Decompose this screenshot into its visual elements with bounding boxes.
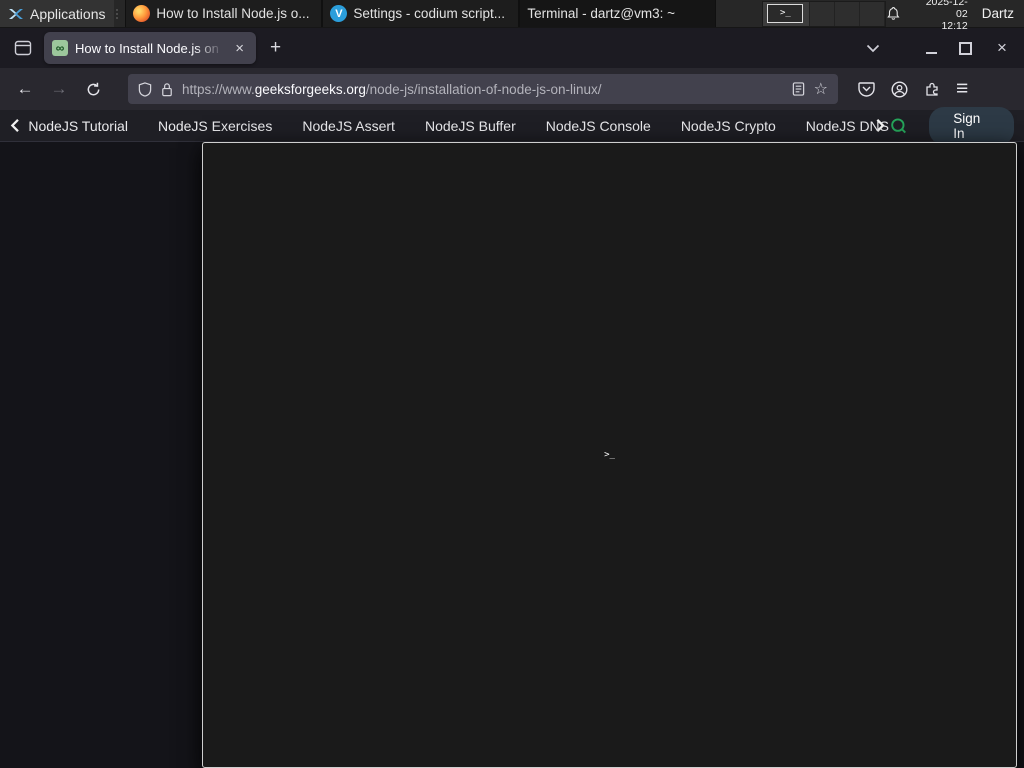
- gfg-nav-item-nodejs-exercises[interactable]: NodeJS Exercises: [158, 118, 272, 134]
- gfg-nav-item-nodejs-console[interactable]: NodeJS Console: [546, 118, 651, 134]
- workspace-3[interactable]: [835, 1, 861, 26]
- clock-date: 2025-12-02: [925, 0, 968, 20]
- panel-separator: [114, 5, 122, 23]
- tab-close-icon[interactable]: ×: [231, 40, 248, 57]
- clock-time: 12:12: [941, 19, 968, 32]
- top-panel: Applications How to Install Node.js o...…: [0, 0, 1024, 768]
- firefox-view-button[interactable]: [8, 35, 38, 61]
- url-bar[interactable]: https://www.geeksforgeeks.org/node-js/in…: [128, 74, 838, 104]
- extensions-icon[interactable]: [924, 81, 940, 97]
- tab-title: How to Install Node.js on: [75, 40, 219, 56]
- reload-button[interactable]: [78, 75, 108, 103]
- tracking-shield-icon[interactable]: [138, 81, 152, 97]
- taskbar-button-codium[interactable]: V Settings - codium script...: [322, 0, 520, 27]
- bookmark-star-icon[interactable]: ☆: [814, 79, 828, 99]
- url-domain: geeksforgeeks.org: [254, 81, 366, 97]
- scroll-right-icon[interactable]: [875, 118, 886, 133]
- toolbar-icons: ≡: [858, 78, 968, 99]
- pocket-icon[interactable]: [858, 81, 875, 97]
- distro-logo-icon: [9, 8, 23, 19]
- chevron-down-icon: [866, 44, 880, 52]
- workspace-2[interactable]: [810, 1, 836, 26]
- forward-button[interactable]: →: [44, 75, 74, 103]
- session-user-label: Dartz: [981, 6, 1014, 21]
- gfg-nav-item-nodejs-buffer[interactable]: NodeJS Buffer: [425, 118, 516, 134]
- minimize-button[interactable]: [926, 43, 937, 54]
- maximize-button[interactable]: [959, 41, 972, 55]
- close-button[interactable]: ×: [994, 38, 1010, 57]
- codium-icon: V: [330, 5, 348, 22]
- panel-clock[interactable]: 2025-12-02 12:12: [915, 0, 968, 32]
- tab-bar: ∞ How to Install Node.js on × + ×: [0, 28, 1024, 68]
- applications-menu-button[interactable]: Applications: [0, 0, 114, 27]
- notification-bell-icon[interactable]: [886, 6, 901, 21]
- menu-icon[interactable]: ≡: [956, 78, 968, 99]
- gfg-nav-item-nodejs-tutorial[interactable]: NodeJS Tutorial: [28, 118, 128, 134]
- scroll-left-icon[interactable]: [10, 118, 20, 133]
- taskbar-button-firefox[interactable]: How to Install Node.js o...: [125, 0, 323, 27]
- gfg-nav-right: Sign In: [890, 106, 1014, 145]
- workspace-pager[interactable]: >_: [762, 0, 887, 27]
- back-button[interactable]: ←: [10, 75, 40, 103]
- list-all-tabs-button[interactable]: [866, 44, 880, 53]
- applications-label: Applications: [30, 5, 106, 22]
- reload-icon: [87, 82, 99, 95]
- geeksforgeeks-favicon-icon: ∞: [52, 40, 68, 56]
- gfg-nav-item-nodejs-crypto[interactable]: NodeJS Crypto: [681, 118, 776, 134]
- reader-view-icon[interactable]: [792, 82, 805, 96]
- gfg-subnav: NodeJS Tutorial NodeJS Exercises NodeJS As…: [0, 106, 1024, 145]
- firefox-view-icon: [14, 40, 32, 56]
- sign-in-button[interactable]: Sign In: [929, 106, 1014, 145]
- url-path: /node-js/installation-of-node-js-on-linu…: [365, 81, 602, 97]
- lock-icon[interactable]: [161, 82, 173, 97]
- desktop: Applications How to Install Node.js o...…: [0, 0, 1024, 768]
- workspace-4[interactable]: [860, 1, 886, 26]
- window-taskbar: How to Install Node.js o... V Settings - c…: [125, 0, 1017, 768]
- gfg-nav-items: NodeJS Tutorial NodeJS Exercises NodeJS As…: [28, 118, 897, 134]
- system-tray: 2025-12-02 12:12 Dartz: [886, 0, 1024, 32]
- taskbar-button-label: How to Install Node.js o...: [156, 6, 310, 21]
- taskbar-button-label: Terminal - dartz@vm3: ~: [527, 6, 676, 21]
- taskbar-button-label: Settings - codium script...: [353, 6, 505, 21]
- browser-tab-active[interactable]: ∞ How to Install Node.js on ×: [44, 32, 256, 64]
- search-icon[interactable]: [890, 116, 907, 136]
- gfg-nav-item-nodejs-assert[interactable]: NodeJS Assert: [302, 118, 395, 134]
- mini-terminal-window: >_: [767, 3, 804, 23]
- new-tab-button[interactable]: +: [262, 37, 289, 59]
- url-text[interactable]: https://www.geeksforgeeks.org/node-js/in…: [182, 82, 783, 97]
- url-scheme: https://www.: [182, 81, 255, 97]
- browser-toolbar: ← → https://www.geeksforgeeks.org/node-j…: [0, 68, 1024, 110]
- taskbar-button-terminal[interactable]: >_ Terminal - dartz@vm3: ~: [202, 0, 1017, 768]
- workspace-1[interactable]: >_: [763, 1, 811, 26]
- window-controls: ×: [926, 38, 1016, 57]
- firefox-icon: [133, 5, 151, 22]
- account-icon[interactable]: [891, 80, 908, 98]
